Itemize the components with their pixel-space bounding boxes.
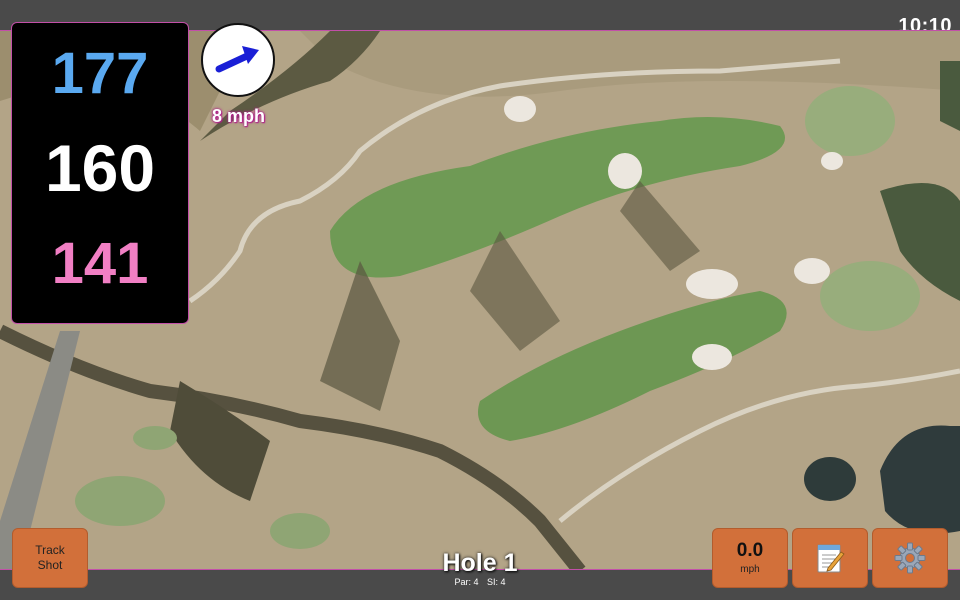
back-distance: 177 (51, 41, 149, 106)
speed-unit: mph (740, 564, 760, 576)
front-distance: 141 (51, 231, 149, 296)
track-shot-label: Track Shot (35, 543, 65, 572)
center-distance: 160 (44, 131, 156, 205)
speed-value: 0.0 (736, 539, 764, 561)
hole-par: Par: 4 (454, 577, 479, 587)
track-shot-button[interactable]: Track Shot (12, 528, 88, 588)
hole-info: Par: 4 SI: 4 (380, 577, 580, 587)
hole-stroke-index: SI: 4 (487, 577, 506, 587)
wind-speed: 8 mph (211, 106, 265, 126)
speed-button[interactable]: 0.0 mph (712, 528, 788, 588)
wind-indicator (201, 23, 275, 97)
settings-button[interactable] (872, 528, 948, 588)
notepad-icon (817, 544, 845, 573)
gear-icon (894, 542, 926, 574)
distance-panel: 177 160 141 (11, 22, 189, 324)
notes-button[interactable] (792, 528, 868, 588)
hole-title: Hole 1 (442, 549, 518, 577)
wind-direction-arrow-icon (215, 46, 259, 73)
